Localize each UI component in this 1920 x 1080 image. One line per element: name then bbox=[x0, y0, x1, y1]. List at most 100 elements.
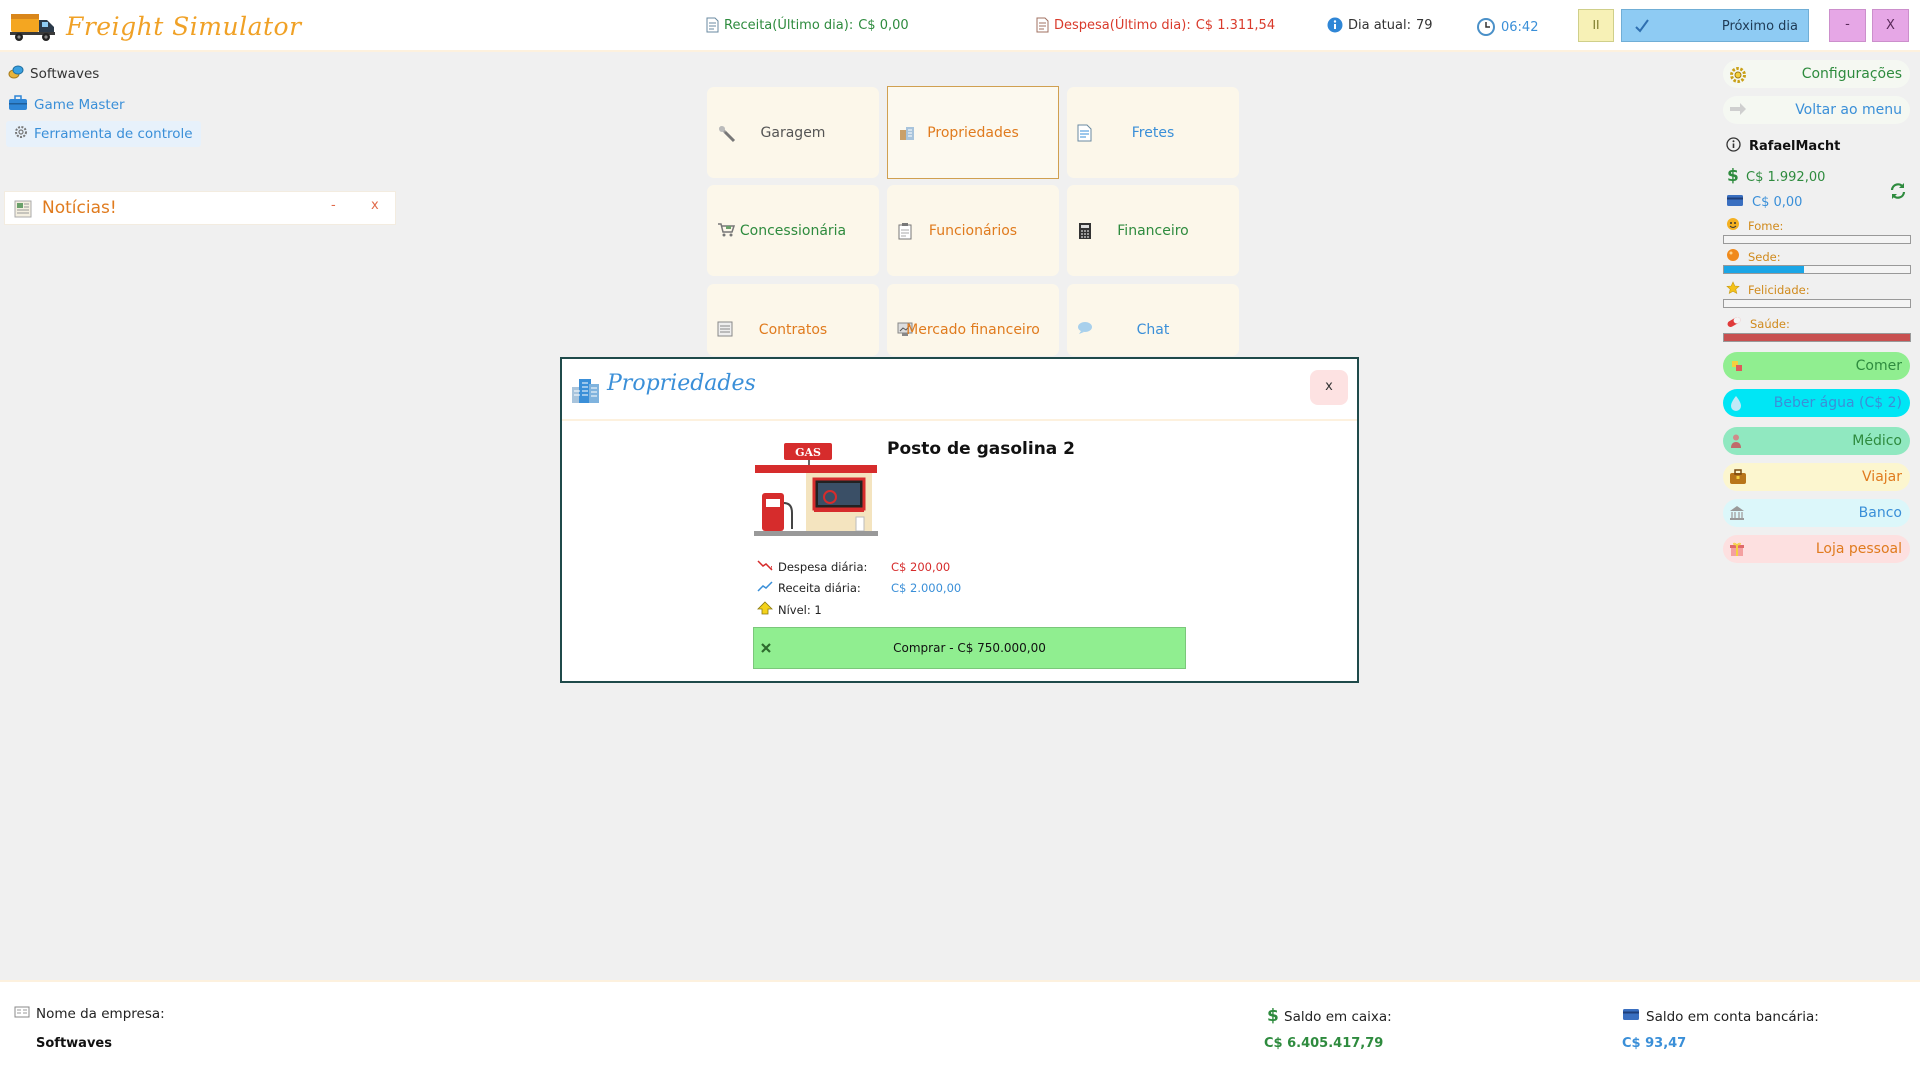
receita-ultimo-dia: Receita(Último dia): C$ 0,00 bbox=[706, 17, 909, 33]
saude-bar bbox=[1723, 333, 1911, 342]
top-bar: Freight Simulator Receita(Último dia): C… bbox=[0, 0, 1920, 52]
fome-bar bbox=[1723, 235, 1911, 244]
viajar-label: Viajar bbox=[1862, 469, 1902, 485]
despesa-diaria-value: C$ 200,00 bbox=[891, 559, 951, 574]
loja-pessoal-label: Loja pessoal bbox=[1815, 541, 1902, 557]
saldo-banco-label: Saldo em conta bancária: bbox=[1646, 1008, 1819, 1025]
svg-text:$: $ bbox=[1727, 166, 1738, 184]
saldo-banco-value: C$ 93,47 bbox=[1622, 1036, 1687, 1051]
tile-concessionaria[interactable]: Concessionária bbox=[707, 185, 879, 276]
tile-chat[interactable]: Chat bbox=[1067, 284, 1239, 356]
banco-label: Banco bbox=[1858, 505, 1902, 521]
doctor-icon bbox=[1729, 433, 1743, 453]
gear-icon bbox=[1729, 66, 1747, 88]
despesa-label: Despesa(Último dia): bbox=[1054, 17, 1191, 33]
gas-sign-text: GAS bbox=[795, 446, 821, 459]
sede-bar bbox=[1723, 265, 1911, 274]
gas-station-image: GAS bbox=[754, 443, 878, 541]
sede-bar-fill bbox=[1724, 266, 1804, 273]
beber-agua-button[interactable]: Beber água (C$ 2) bbox=[1723, 389, 1910, 417]
water-drop-icon bbox=[1729, 395, 1743, 415]
receita-diaria-label: Receita diária: bbox=[778, 580, 861, 595]
news-close-button[interactable]: x bbox=[371, 198, 379, 213]
cash-row: $ C$ 1.992,00 bbox=[1726, 166, 1825, 188]
comprar-button[interactable]: Comprar - C$ 750.000,00 bbox=[753, 627, 1186, 669]
tile-propriedades[interactable]: Propriedades bbox=[887, 86, 1059, 179]
hora-value: 06:42 bbox=[1501, 19, 1539, 35]
saude-bar-fill bbox=[1724, 334, 1910, 341]
tile-contratos[interactable]: Contratos bbox=[707, 284, 879, 356]
despesa-value: C$ 1.311,54 bbox=[1195, 17, 1276, 33]
tile-funcionarios-label: Funcionários bbox=[928, 223, 1018, 239]
tile-garagem[interactable]: Garagem bbox=[707, 87, 879, 178]
sede-label: Sede: bbox=[1748, 249, 1781, 264]
dialog-header: Propriedades x bbox=[562, 359, 1357, 421]
news-title: Notícias! bbox=[42, 198, 117, 218]
receita-diaria-value: C$ 2.000,00 bbox=[891, 580, 962, 595]
next-day-button[interactable]: Próximo dia bbox=[1621, 9, 1809, 42]
medico-button[interactable]: Médico bbox=[1723, 427, 1910, 455]
link-softwaves-label: Softwaves bbox=[30, 66, 100, 82]
tile-mercado-financeiro[interactable]: Mercado financeiro bbox=[887, 284, 1059, 356]
saude-label-row: Saúde: bbox=[1726, 315, 1790, 332]
minimize-window-button[interactable]: - bbox=[1829, 9, 1866, 42]
link-ferramenta-de-controle[interactable]: Ferramenta de controle bbox=[6, 121, 201, 147]
smiley-icon bbox=[1726, 217, 1740, 234]
configuracoes-label: Configurações bbox=[1801, 66, 1902, 82]
truck-logo-icon bbox=[10, 10, 56, 46]
dialog-close-button[interactable]: x bbox=[1310, 370, 1348, 405]
info-icon bbox=[1327, 17, 1343, 33]
dollar-icon: $ bbox=[1726, 166, 1739, 188]
viajar-button[interactable]: Viajar bbox=[1723, 463, 1910, 491]
username-row: RafaelMacht bbox=[1726, 137, 1840, 156]
link-game-master[interactable]: Game Master bbox=[8, 95, 125, 115]
username: RafaelMacht bbox=[1749, 139, 1841, 154]
suitcase-icon bbox=[1729, 469, 1747, 489]
felicidade-label: Felicidade: bbox=[1748, 282, 1810, 297]
receita-label: Receita(Último dia): bbox=[724, 17, 854, 33]
refresh-icon[interactable] bbox=[1889, 182, 1907, 204]
gear-icon bbox=[14, 125, 28, 143]
check-icon bbox=[1634, 18, 1650, 38]
gift-icon bbox=[1729, 541, 1745, 561]
empresa-label: Nome da empresa: bbox=[36, 1006, 165, 1022]
tile-concessionaria-label: Concessionária bbox=[739, 223, 847, 239]
felicidade-label-row: Felicidade: bbox=[1726, 281, 1810, 298]
despesa-diaria-row: Despesa diária: C$ 200,00 bbox=[757, 559, 950, 574]
news-minimize-button[interactable]: - bbox=[331, 198, 336, 213]
trend-up-icon bbox=[757, 580, 773, 595]
tile-financeiro[interactable]: Financeiro bbox=[1067, 185, 1239, 276]
trend-down-icon bbox=[757, 559, 773, 574]
medico-label: Médico bbox=[1852, 433, 1902, 449]
configuracoes-button[interactable]: Configurações bbox=[1723, 60, 1910, 88]
orange-drop-icon bbox=[1726, 248, 1740, 265]
svg-text:$: $ bbox=[1267, 1006, 1278, 1024]
comer-button[interactable]: Comer bbox=[1723, 352, 1910, 380]
dia-value: 79 bbox=[1415, 17, 1433, 33]
news-panel: Notícias! - x bbox=[4, 191, 396, 225]
id-card-icon bbox=[14, 1006, 30, 1022]
tile-funcionarios[interactable]: Funcionários bbox=[887, 185, 1059, 276]
credit-card-icon bbox=[1726, 194, 1744, 211]
propriedades-dialog: Propriedades x GAS Posto de gasolina 2 D… bbox=[560, 357, 1359, 683]
felicidade-bar bbox=[1723, 299, 1911, 308]
loja-pessoal-button[interactable]: Loja pessoal bbox=[1723, 535, 1910, 563]
nivel-label: Nível: 1 bbox=[778, 602, 822, 617]
bank-building-icon bbox=[1729, 505, 1745, 525]
despesa-diaria-label: Despesa diária: bbox=[778, 559, 868, 574]
close-window-button[interactable]: X bbox=[1872, 9, 1909, 42]
empresa-value: Softwaves bbox=[36, 1036, 112, 1051]
tile-fretes[interactable]: Fretes bbox=[1067, 87, 1239, 178]
banco-button[interactable]: Banco bbox=[1723, 499, 1910, 527]
pill-icon bbox=[1726, 315, 1742, 332]
beber-agua-label: Beber água (C$ 2) bbox=[1773, 395, 1902, 411]
tile-fretes-label: Fretes bbox=[1131, 125, 1175, 141]
property-name: Posto de gasolina 2 bbox=[887, 439, 1076, 459]
toolbox-icon bbox=[8, 95, 28, 115]
voltar-ao-menu-button[interactable]: Voltar ao menu bbox=[1723, 96, 1910, 124]
pause-button[interactable]: II bbox=[1578, 9, 1614, 42]
tile-chat-label: Chat bbox=[1136, 322, 1170, 338]
link-softwaves[interactable]: Softwaves bbox=[8, 65, 99, 83]
saldo-caixa-value: C$ 6.405.417,79 bbox=[1264, 1036, 1384, 1051]
sede-label-row: Sede: bbox=[1726, 248, 1781, 265]
